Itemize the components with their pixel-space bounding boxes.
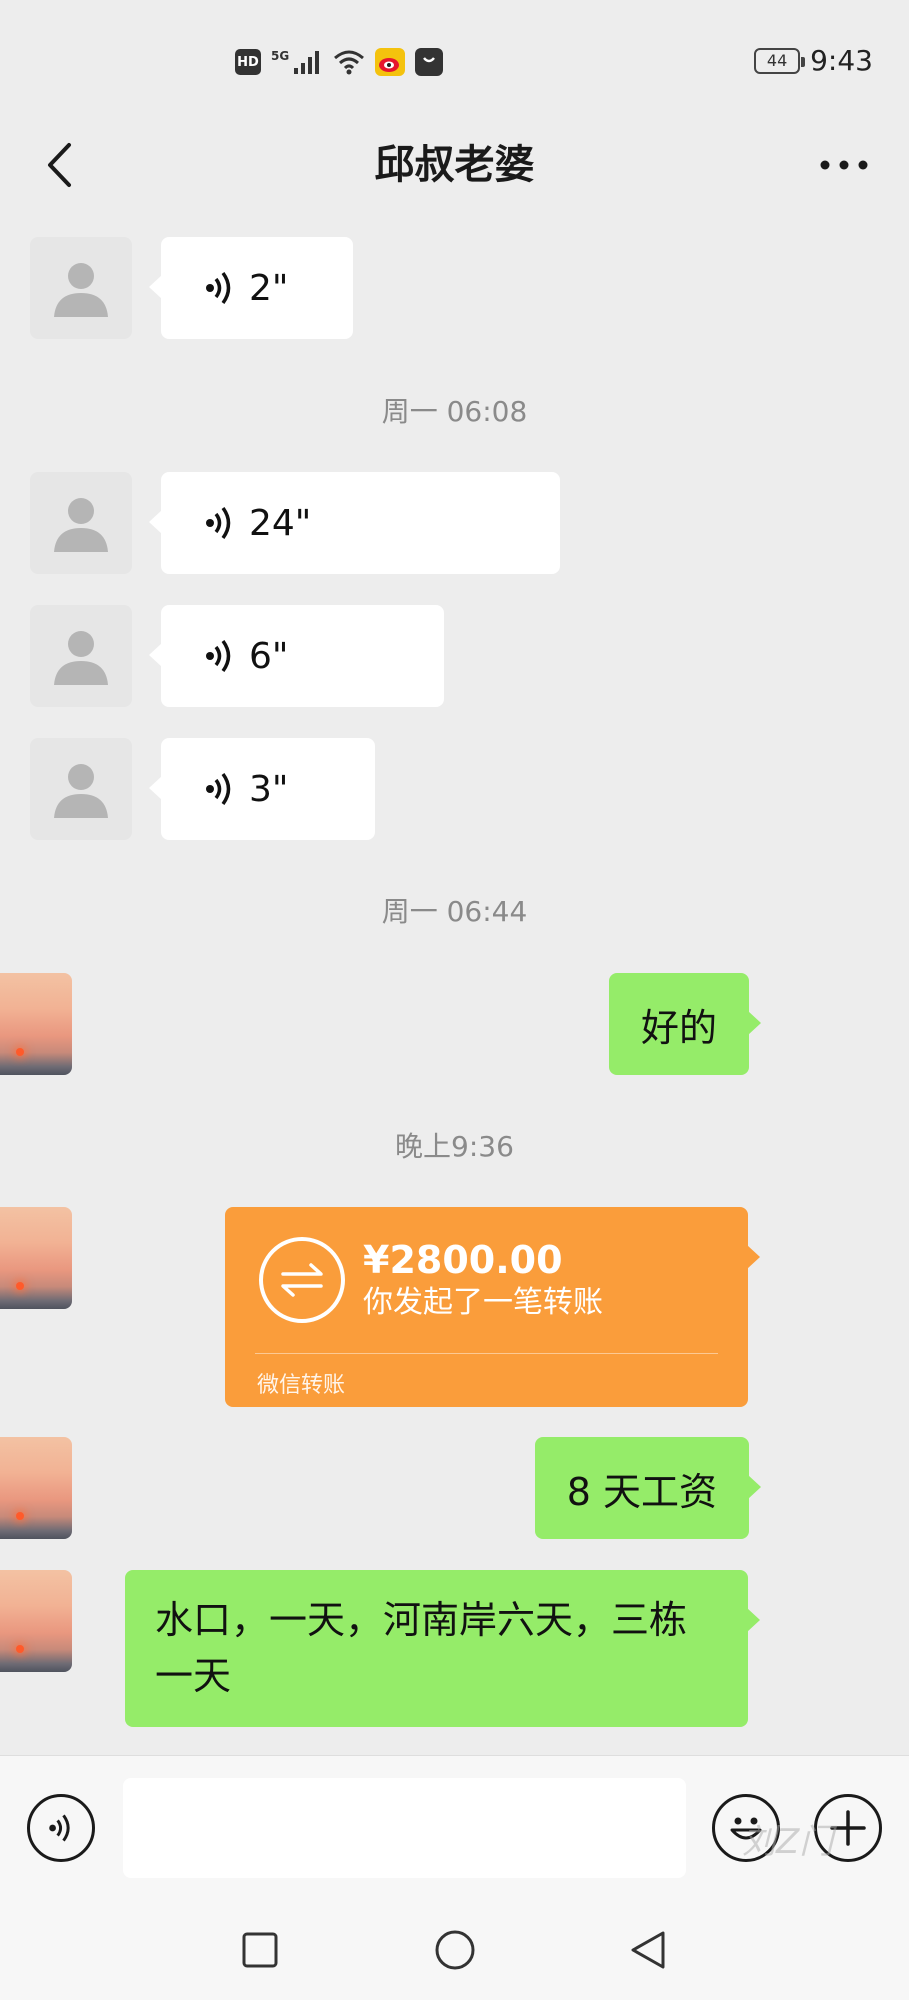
- person-icon: [54, 263, 108, 317]
- shopping-bag-icon: [415, 48, 444, 76]
- text-message-bubble[interactable]: 水口，一天，河南岸六天，三栋一天: [125, 1570, 760, 1727]
- timestamp: 周一 06:44: [381, 895, 528, 928]
- home-button[interactable]: [430, 1925, 480, 1975]
- my-avatar[interactable]: [0, 1570, 72, 1672]
- message-row: 2": [0, 237, 909, 339]
- voice-wave-icon: [206, 506, 231, 540]
- voice-wave-icon: [206, 271, 231, 305]
- sun-icon: [16, 1048, 24, 1056]
- voice-duration: 2": [249, 267, 289, 309]
- sun-icon: [16, 1645, 24, 1653]
- text-message-bubble[interactable]: 好的: [608, 973, 762, 1075]
- timestamp: 晚上9:36: [395, 1130, 514, 1163]
- voice-message-bubble[interactable]: 6": [149, 605, 444, 707]
- contact-avatar[interactable]: [30, 472, 132, 574]
- message-text: 水口，一天，河南岸六天，三栋一天: [155, 1598, 688, 1698]
- message-row: 3": [0, 738, 909, 840]
- person-icon: [54, 631, 108, 685]
- transfer-footer: 微信转账: [257, 1373, 346, 1398]
- message-row: 水口，一天，河南岸六天，三栋一天: [0, 1570, 909, 1727]
- hd-icon: HD: [235, 49, 261, 75]
- circle-icon: [435, 1930, 475, 1970]
- divider: [255, 1353, 718, 1354]
- battery-level: 44: [766, 51, 788, 70]
- voice-wave-icon: [206, 772, 231, 806]
- wifi-icon: [334, 50, 365, 75]
- more-dots-icon: [820, 160, 868, 170]
- timestamp: 周一 06:08: [381, 395, 528, 428]
- triangle-back-icon: [631, 1931, 665, 1969]
- sun-icon: [16, 1512, 24, 1520]
- status-icons-left: HD 5G: [235, 48, 444, 76]
- voice-wave-icon: [49, 1814, 70, 1842]
- voice-input-button[interactable]: [27, 1794, 95, 1862]
- text-message-bubble[interactable]: 8 天工资: [534, 1437, 762, 1539]
- transfer-description: 你发起了一笔转账: [363, 1285, 603, 1320]
- signal-icon: [294, 51, 320, 74]
- voice-message-bubble[interactable]: 24": [149, 472, 560, 574]
- network-type: 5G: [271, 49, 290, 63]
- clock: 9:43: [810, 44, 873, 77]
- message-text: 8 天工资: [566, 1469, 717, 1514]
- contact-avatar[interactable]: [30, 738, 132, 840]
- transfer-card[interactable]: ¥2800.00 你发起了一笔转账 微信转账: [225, 1207, 760, 1407]
- square-icon: [242, 1932, 278, 1968]
- my-avatar[interactable]: [0, 973, 72, 1075]
- system-nav-bar: [0, 1900, 909, 2000]
- message-text: 好的: [640, 1005, 717, 1050]
- chat-screen: HD 5G 44 9:43 邱叔老婆 2" 周一 06:08 24" 6" 3"…: [0, 0, 909, 2000]
- status-bar: HD 5G 44 9:43: [0, 0, 909, 120]
- voice-duration: 24": [249, 502, 312, 544]
- recent-apps-button[interactable]: [235, 1925, 285, 1975]
- chat-title: 邱叔老婆: [374, 142, 535, 188]
- battery-icon: 44: [754, 47, 806, 74]
- voice-message-bubble[interactable]: 2": [149, 237, 353, 339]
- message-row: ¥2800.00 你发起了一笔转账 微信转账: [0, 1207, 909, 1407]
- voice-duration: 6": [249, 635, 289, 677]
- voice-duration: 3": [249, 768, 289, 810]
- message-row: 24": [0, 472, 909, 574]
- transfer-amount: ¥2800.00: [363, 1238, 563, 1282]
- message-list: 2" 周一 06:08 24" 6" 3" 周一 06:44 好的 晚上9:36…: [0, 220, 909, 1755]
- chat-header: 邱叔老婆: [0, 110, 909, 220]
- transfer-arrows-icon: [259, 1237, 345, 1323]
- contact-avatar[interactable]: [30, 237, 132, 339]
- my-avatar[interactable]: [0, 1437, 72, 1539]
- transfer-body: ¥2800.00 你发起了一笔转账: [259, 1237, 603, 1323]
- person-icon: [54, 764, 108, 818]
- watermark: 刘Z门: [742, 1822, 834, 1862]
- plus-icon: [830, 1810, 866, 1846]
- person-icon: [54, 498, 108, 552]
- more-options-button[interactable]: [809, 135, 879, 195]
- my-avatar[interactable]: [0, 1207, 72, 1309]
- message-row: 好的: [0, 973, 909, 1075]
- voice-wave-icon: [206, 639, 231, 673]
- message-row: 8 天工资: [0, 1437, 909, 1539]
- message-row: 6": [0, 605, 909, 707]
- input-bar: 刘Z门: [0, 1755, 909, 1900]
- status-icons-right: 44 9:43: [754, 44, 873, 77]
- sun-icon: [16, 1282, 24, 1290]
- back-nav-button[interactable]: [623, 1925, 673, 1975]
- contact-avatar[interactable]: [30, 605, 132, 707]
- message-input[interactable]: [123, 1778, 686, 1878]
- weibo-icon: [375, 48, 406, 76]
- voice-message-bubble[interactable]: 3": [149, 738, 375, 840]
- transfer-info: ¥2800.00 你发起了一笔转账: [363, 1237, 603, 1323]
